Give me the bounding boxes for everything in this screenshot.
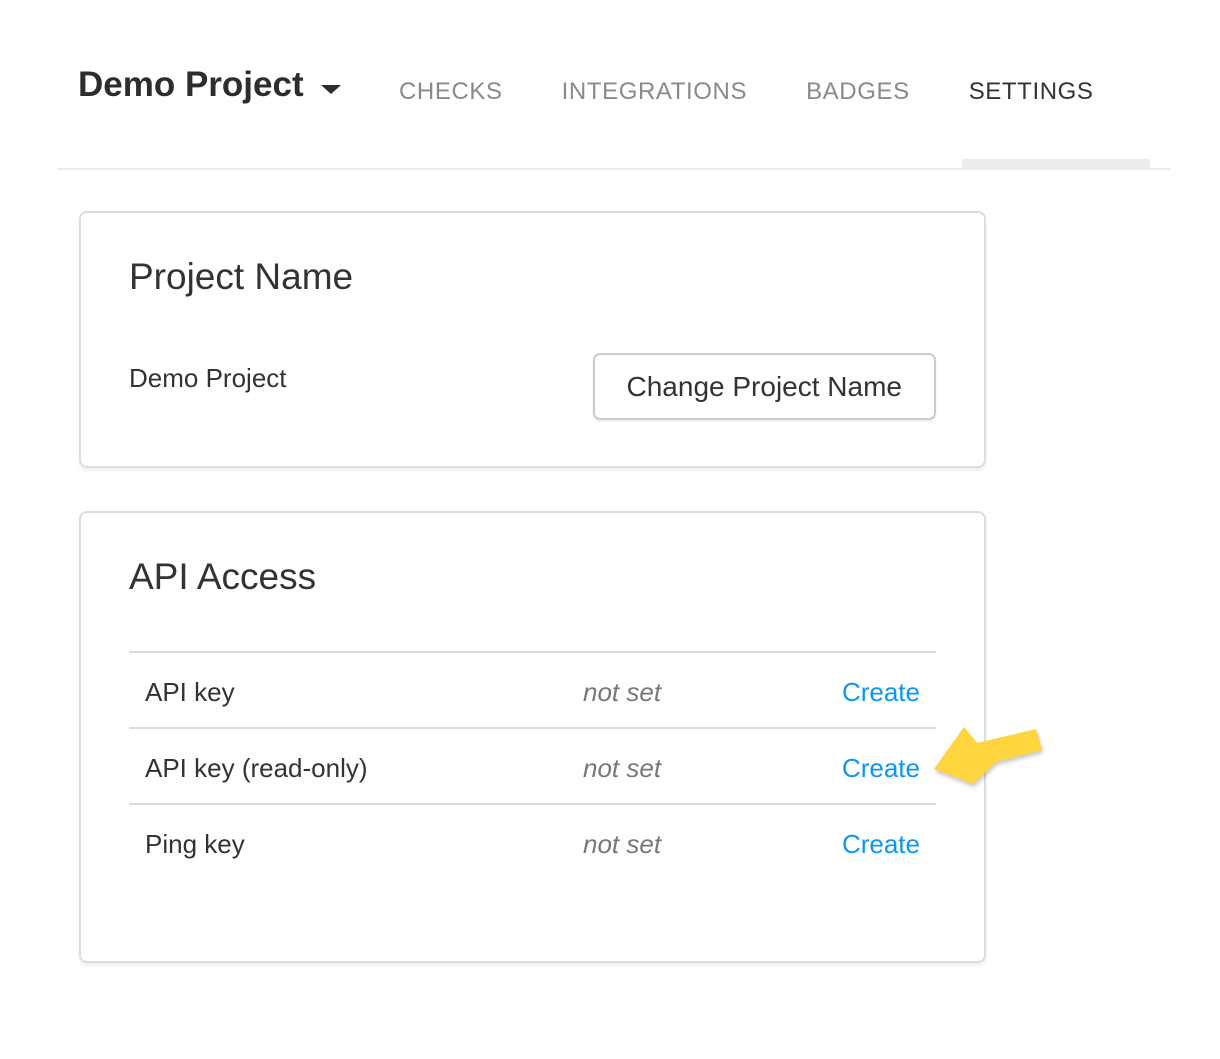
ping-key-value: not set [567,827,823,879]
tab-checks[interactable]: CHECKS [399,78,503,106]
project-name-card-title: Project Name [129,255,936,299]
api-access-card-title: API Access [129,555,936,599]
tab-integrations[interactable]: INTEGRATIONS [562,78,747,106]
api-keys-table: API key not set Create API key (read-onl… [129,651,936,879]
header-divider [57,168,1171,170]
api-key-read-only-action-cell: Create [823,751,936,803]
api-key-action-cell: Create [823,675,936,727]
create-api-key-link[interactable]: Create [842,677,920,707]
project-switcher[interactable]: Demo Project [78,64,341,106]
api-key-label: API key [129,675,567,727]
change-project-name-button[interactable]: Change Project Name [593,353,936,420]
tab-badges[interactable]: BADGES [806,78,910,106]
create-api-key-read-only-link[interactable]: Create [842,753,920,783]
project-name-row: Demo Project Change Project Name [129,353,936,420]
api-key-value: not set [567,675,823,727]
current-project-name: Demo Project [129,361,287,395]
api-key-read-only-label: API key (read-only) [129,751,567,803]
table-row-api-key: API key not set Create [129,651,936,727]
tab-settings[interactable]: SETTINGS [969,78,1094,106]
api-key-read-only-value: not set [567,751,823,803]
project-switcher-label: Demo Project [78,64,304,106]
table-row-ping-key: Ping key not set Create [129,803,936,879]
create-ping-key-link[interactable]: Create [842,829,920,859]
ping-key-label: Ping key [129,827,567,879]
nav-tabs: CHECKS INTEGRATIONS BADGES SETTINGS [399,78,1094,106]
project-name-card: Project Name Demo Project Change Project… [79,211,986,468]
table-row-api-key-read-only: API key (read-only) not set Create [129,727,936,803]
api-access-card: API Access API key not set Create API ke… [79,511,986,963]
ping-key-action-cell: Create [823,827,936,879]
caret-down-icon [321,85,341,94]
